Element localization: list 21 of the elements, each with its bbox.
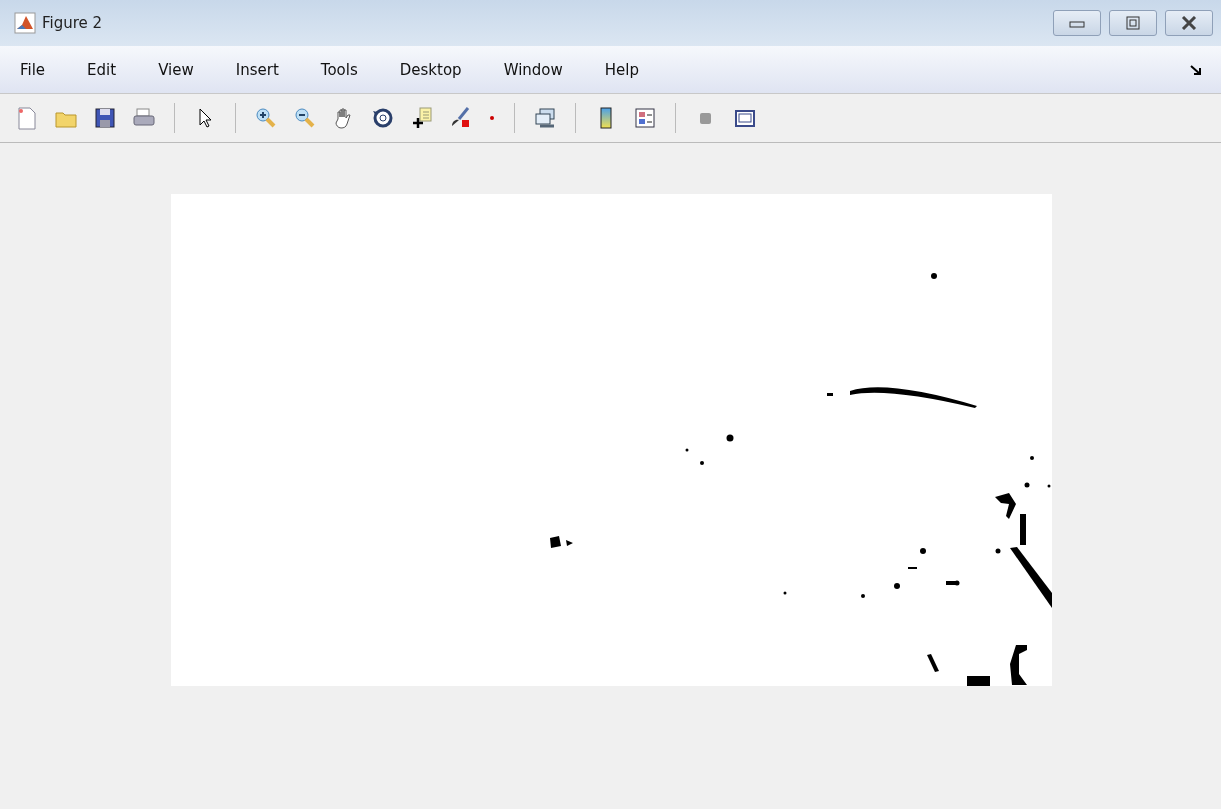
minimize-button[interactable]	[1053, 10, 1101, 36]
menu-item[interactable]: View	[152, 56, 200, 83]
menu-item[interactable]: Window	[497, 56, 569, 83]
dock-arrow-icon[interactable]	[1189, 62, 1203, 77]
menu-item[interactable]: Insert	[229, 56, 285, 83]
maximize-button[interactable]	[1109, 10, 1157, 36]
legend-icon	[632, 105, 658, 131]
menu-item[interactable]: Tools	[314, 56, 364, 83]
save-icon	[92, 105, 118, 131]
maximize-icon	[1126, 16, 1140, 30]
menu-item[interactable]: File	[14, 56, 52, 83]
minimize-icon	[1069, 18, 1085, 28]
menu-item[interactable]: Edit	[81, 56, 123, 83]
peak-logo-icon	[14, 12, 36, 34]
close-icon	[1181, 16, 1197, 30]
linked-plots-icon	[532, 105, 558, 131]
menu-item[interactable]: Desktop	[393, 56, 468, 83]
window-title: Figure 2	[42, 14, 104, 32]
close-button[interactable]	[1165, 10, 1213, 36]
dropdown-icon	[490, 116, 494, 120]
menu-item[interactable]: Help	[598, 56, 645, 83]
